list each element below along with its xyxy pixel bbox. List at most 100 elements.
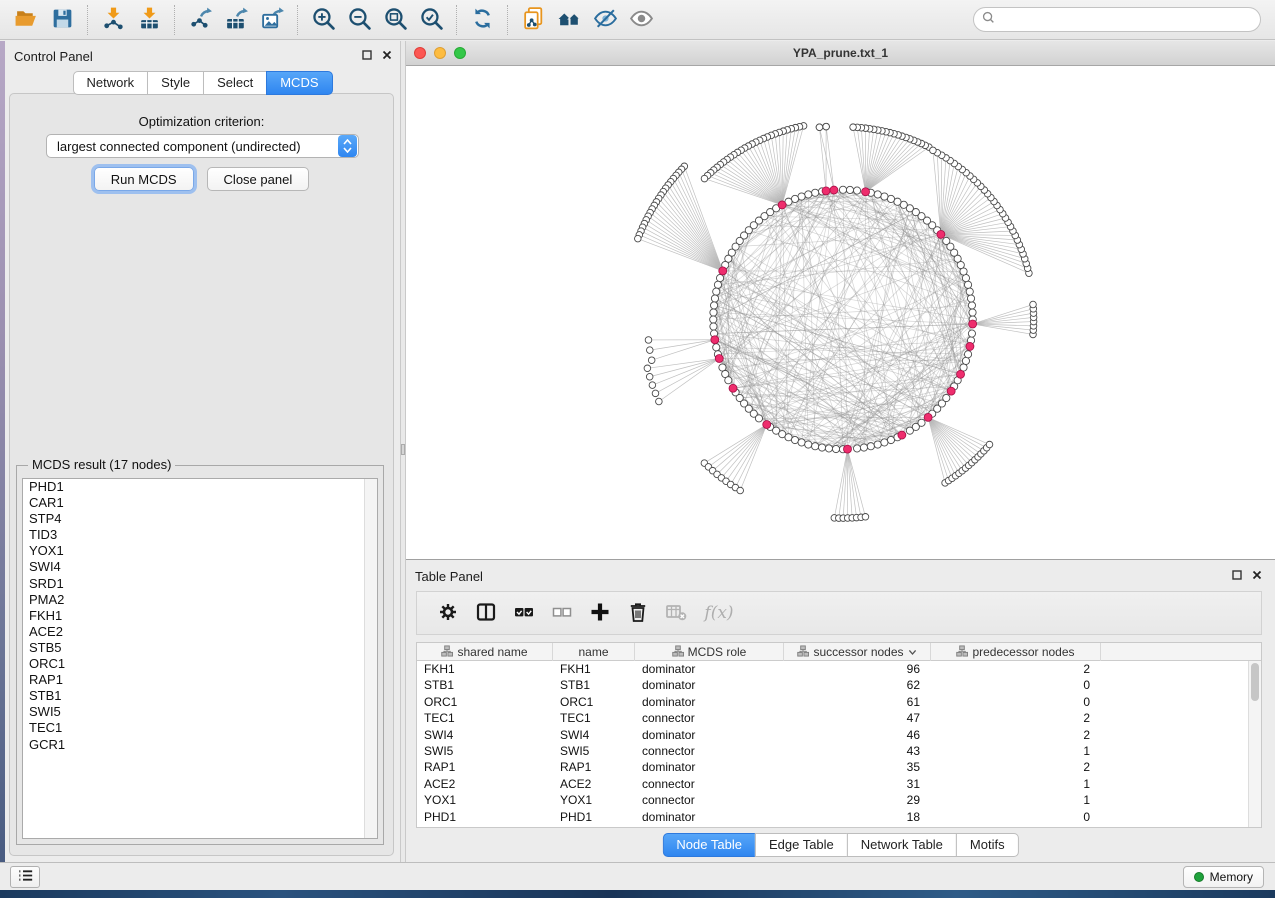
- import-network-button[interactable]: [95, 3, 131, 37]
- list-icon: [17, 868, 34, 886]
- mcds-result-item[interactable]: PMA2: [23, 592, 377, 608]
- task-history-button[interactable]: [10, 866, 40, 888]
- float-table-panel-icon[interactable]: [1231, 569, 1242, 580]
- mcds-result-item[interactable]: YOX1: [23, 543, 377, 559]
- save-session-button[interactable]: [44, 3, 80, 37]
- table-row[interactable]: STB1STB1dominator620: [417, 677, 1248, 693]
- clone-network-button[interactable]: [515, 3, 551, 37]
- search-field[interactable]: [973, 7, 1261, 32]
- optimization-criterion-select[interactable]: largest connected component (undirected): [46, 134, 359, 158]
- table-row[interactable]: ORC1ORC1dominator610: [417, 694, 1248, 710]
- mcds-result-item[interactable]: STB1: [23, 688, 377, 704]
- splitter-handle-icon[interactable]: [401, 444, 405, 455]
- window-close-button[interactable]: [414, 47, 426, 59]
- table-row[interactable]: RAP1RAP1dominator352: [417, 759, 1248, 775]
- mcds-result-item[interactable]: RAP1: [23, 672, 377, 688]
- close-panel-button[interactable]: Close panel: [207, 167, 310, 191]
- table-header-row: shared namenameMCDS rolesuccessor nodesp…: [417, 643, 1261, 661]
- import-network-icon: [101, 6, 126, 34]
- tab-style[interactable]: Style: [147, 71, 204, 95]
- table-row[interactable]: SWI5SWI5connector431: [417, 743, 1248, 759]
- zoom-in-button[interactable]: [305, 3, 341, 37]
- tab-mcds[interactable]: MCDS: [266, 71, 332, 95]
- column-header-predecessor-nodes[interactable]: predecessor nodes: [931, 643, 1101, 661]
- network-window-titlebar[interactable]: YPA_prune.txt_1: [406, 41, 1275, 66]
- first-neighbors-icon: [557, 6, 582, 34]
- table-row[interactable]: FKH1FKH1dominator962: [417, 661, 1248, 677]
- tab-network-table[interactable]: Network Table: [847, 833, 957, 857]
- delete-table-button[interactable]: [657, 595, 695, 631]
- mcds-result-item[interactable]: TID3: [23, 527, 377, 543]
- function-builder-button[interactable]: f(x): [695, 595, 743, 631]
- column-type-icon: [797, 645, 809, 660]
- refresh-button[interactable]: [464, 3, 500, 37]
- search-input[interactable]: [1000, 13, 1252, 27]
- column-header-MCDS-role[interactable]: MCDS role: [635, 643, 784, 661]
- tab-network[interactable]: Network: [72, 71, 148, 95]
- table-row[interactable]: SWI4SWI4dominator462: [417, 727, 1248, 743]
- tab-edge-table[interactable]: Edge Table: [755, 833, 848, 857]
- tab-motifs[interactable]: Motifs: [956, 833, 1019, 857]
- select-stepper-icon: [338, 135, 357, 157]
- mcds-result-item[interactable]: SWI5: [23, 704, 377, 720]
- mcds-result-item[interactable]: GCR1: [23, 737, 377, 753]
- window-minimize-button[interactable]: [434, 47, 446, 59]
- close-table-panel-icon[interactable]: [1251, 569, 1262, 580]
- show-all-button[interactable]: [623, 3, 659, 37]
- column-type-icon: [672, 645, 684, 660]
- network-canvas[interactable]: [406, 66, 1275, 559]
- import-table-button[interactable]: [131, 3, 167, 37]
- column-header-successor-nodes[interactable]: successor nodes: [784, 643, 931, 661]
- mcds-result-item[interactable]: PHD1: [23, 479, 377, 495]
- float-panel-icon[interactable]: [361, 49, 372, 60]
- add-row-button[interactable]: [581, 595, 619, 631]
- tab-node-table[interactable]: Node Table: [662, 833, 756, 857]
- table-panel-title: Table Panel: [415, 569, 483, 584]
- mcds-result-item[interactable]: ORC1: [23, 656, 377, 672]
- select-all-button[interactable]: [505, 595, 543, 631]
- export-image-button[interactable]: [254, 3, 290, 37]
- run-mcds-button[interactable]: Run MCDS: [94, 167, 194, 191]
- mcds-result-item[interactable]: ACE2: [23, 624, 377, 640]
- network-graph[interactable]: [406, 66, 1275, 559]
- table-row[interactable]: ACE2ACE2connector311: [417, 776, 1248, 792]
- close-panel-icon[interactable]: [381, 49, 392, 60]
- table-scrollbar[interactable]: [1248, 661, 1261, 827]
- delete-rows-button[interactable]: [619, 595, 657, 631]
- mcds-result-item[interactable]: SWI4: [23, 559, 377, 575]
- export-table-icon: [224, 6, 249, 34]
- column-header-shared-name[interactable]: shared name: [417, 643, 553, 661]
- memory-button[interactable]: Memory: [1183, 866, 1264, 888]
- zoom-out-button[interactable]: [341, 3, 377, 37]
- export-table-button[interactable]: [218, 3, 254, 37]
- mcds-result-item[interactable]: FKH1: [23, 608, 377, 624]
- open-file-button[interactable]: [8, 3, 44, 37]
- sort-indicator-icon: [908, 645, 917, 659]
- mcds-result-item[interactable]: STB5: [23, 640, 377, 656]
- show-columns-button[interactable]: [467, 595, 505, 631]
- mcds-list-scrollbar[interactable]: [364, 479, 377, 838]
- node-table: shared namenameMCDS rolesuccessor nodesp…: [416, 642, 1262, 828]
- table-options-button[interactable]: [429, 595, 467, 631]
- mcds-result-item[interactable]: TEC1: [23, 720, 377, 736]
- table-row[interactable]: PHD1PHD1dominator180: [417, 809, 1248, 825]
- mcds-result-item[interactable]: STP4: [23, 511, 377, 527]
- first-neighbors-button[interactable]: [551, 3, 587, 37]
- export-network-icon: [188, 6, 213, 34]
- mcds-result-item[interactable]: SRD1: [23, 576, 377, 592]
- tab-select[interactable]: Select: [203, 71, 267, 95]
- mcds-result-item[interactable]: CAR1: [23, 495, 377, 511]
- toolbar-separator: [507, 5, 508, 35]
- table-scrollbar-thumb[interactable]: [1251, 663, 1259, 701]
- column-header-name[interactable]: name: [553, 643, 635, 661]
- hide-selected-button[interactable]: [587, 3, 623, 37]
- export-network-button[interactable]: [182, 3, 218, 37]
- table-row[interactable]: YOX1YOX1connector291: [417, 792, 1248, 808]
- zoom-fit-button[interactable]: [377, 3, 413, 37]
- application-window: Control Panel NetworkStyleSelectMCDS Opt…: [0, 0, 1275, 898]
- window-maximize-button[interactable]: [454, 47, 466, 59]
- table-row[interactable]: TEC1TEC1connector472: [417, 710, 1248, 726]
- search-icon: [982, 11, 995, 29]
- zoom-selected-button[interactable]: [413, 3, 449, 37]
- deselect-all-button[interactable]: [543, 595, 581, 631]
